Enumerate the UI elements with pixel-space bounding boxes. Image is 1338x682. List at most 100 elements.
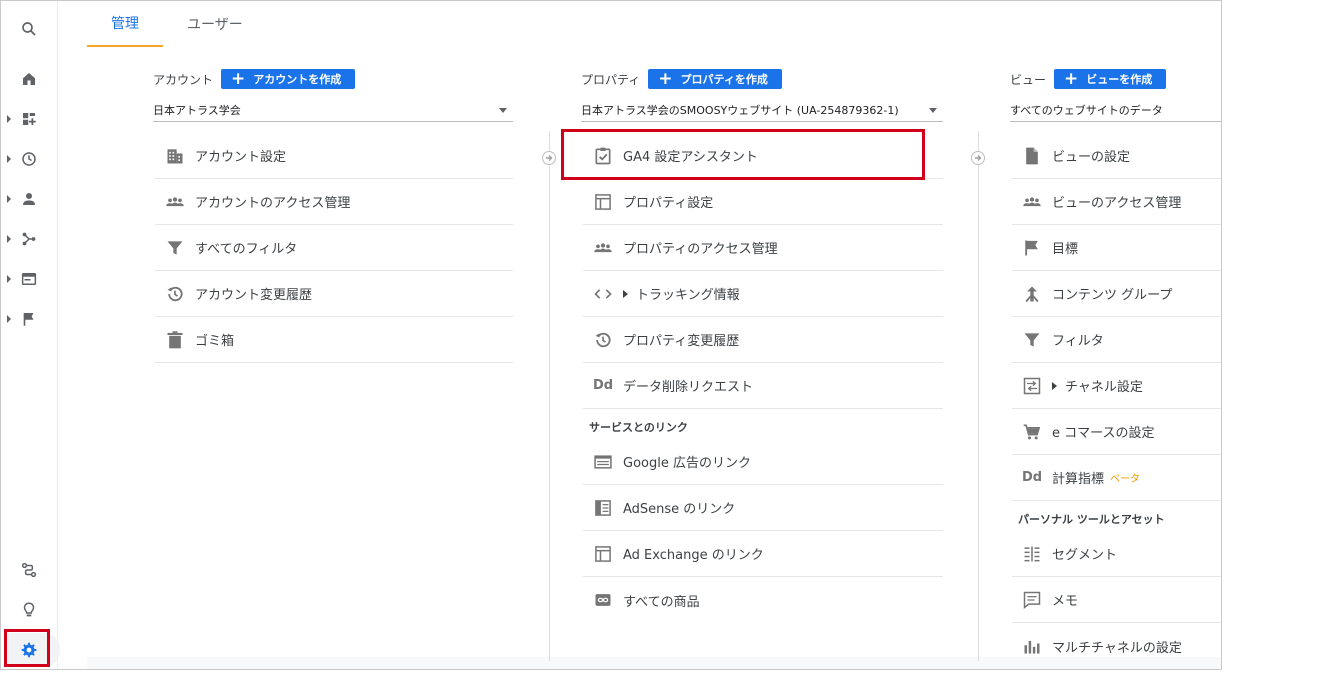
- expand-triangle-icon: [623, 289, 628, 298]
- plus-icon: +: [231, 68, 246, 89]
- account-header: アカウント + アカウントを作成: [153, 68, 356, 89]
- item-label: メモ: [1052, 594, 1079, 609]
- behavior-button[interactable]: [1, 263, 57, 295]
- item-label: Google 広告のリンク: [623, 456, 751, 471]
- view-selector[interactable]: すべてのウェブサイトのデータ: [1010, 98, 1221, 122]
- tab-admin[interactable]: 管理: [87, 1, 163, 47]
- plus-icon: +: [658, 68, 673, 89]
- dropdown-arrow-icon: [929, 108, 937, 113]
- calculated-metrics-item[interactable]: Dd 計算指標 ベータ: [1012, 455, 1221, 501]
- item-label: Ad Exchange のリンク: [623, 548, 764, 563]
- item-label: ビューの設定: [1052, 150, 1131, 165]
- adsense-icon: [589, 496, 617, 520]
- link-icon: [589, 588, 617, 612]
- plus-icon: +: [1064, 68, 1079, 89]
- property-items: GA4 設定アシスタント プロパティ設定 プロパティのアクセス管理 トラッキング…: [583, 133, 943, 623]
- view-selector-value: すべてのウェブサイトのデータ: [1010, 103, 1163, 117]
- google-ads-link-item[interactable]: Google 広告のリンク: [583, 439, 943, 485]
- segments-item[interactable]: セグメント: [1012, 531, 1221, 577]
- property-label: プロパティ: [581, 72, 641, 87]
- item-label: コンテンツ グループ: [1052, 288, 1173, 303]
- account-settings-item[interactable]: アカウント設定: [155, 133, 513, 179]
- lightbulb-icon: [23, 602, 35, 617]
- account-items: アカウント設定 アカウントのアクセス管理 すべてのフィルタ アカウント変更履歴: [155, 133, 513, 363]
- channel-settings-item[interactable]: チャネル設定: [1012, 363, 1221, 409]
- code-icon: [589, 282, 617, 306]
- arrow-right-icon: [971, 151, 985, 165]
- account-selector-value: 日本アトラス学会: [153, 103, 241, 117]
- multichannel-settings-item[interactable]: マルチチャネルの設定: [1012, 623, 1221, 669]
- item-label: 目標: [1052, 242, 1079, 257]
- flag-icon: [23, 313, 34, 326]
- data-deletion-request-item[interactable]: Dd データ削除リクエスト: [583, 363, 943, 409]
- property-settings-item[interactable]: プロパティ設定: [583, 179, 943, 225]
- create-property-button[interactable]: + プロパティを作成: [648, 69, 782, 89]
- ad-exchange-link-item[interactable]: Ad Exchange のリンク: [583, 531, 943, 577]
- expand-caret-icon: [7, 315, 11, 323]
- adsense-link-item[interactable]: AdSense のリンク: [583, 485, 943, 531]
- view-settings-item[interactable]: ビューの設定: [1012, 133, 1221, 179]
- customization-button[interactable]: [1, 103, 57, 135]
- dashboard-icon: [23, 113, 36, 125]
- realtime-button[interactable]: [1, 143, 57, 175]
- annotations-item[interactable]: メモ: [1012, 577, 1221, 623]
- tab-user[interactable]: ユーザー: [163, 1, 267, 47]
- conversions-button[interactable]: [1, 303, 57, 335]
- item-label: アカウント設定: [195, 150, 287, 165]
- people-icon: [589, 236, 617, 260]
- ecommerce-settings-item[interactable]: e コマースの設定: [1012, 409, 1221, 455]
- trash-item[interactable]: ゴミ箱: [155, 317, 513, 363]
- property-selector[interactable]: 日本アトラス学会のSMOOSYウェブサイト (UA-254879362-1): [581, 98, 943, 122]
- create-view-button[interactable]: + ビューを作成: [1054, 68, 1167, 89]
- admin-main: アカウント + アカウントを作成 日本アトラス学会 アカウント設定 アカウントのア…: [87, 47, 1221, 669]
- item-label: 計算指標: [1052, 472, 1105, 487]
- analytics-admin-window: 管理 ユーザー アカウント + アカウントを作成 日本アトラス学会 アカウント設定: [0, 0, 1222, 670]
- account-selector[interactable]: 日本アトラス学会: [153, 98, 513, 122]
- view-header: ビュー + ビューを作成: [1010, 68, 1167, 89]
- home-button[interactable]: [1, 63, 57, 95]
- audience-button[interactable]: [1, 183, 57, 215]
- create-account-button[interactable]: + アカウントを作成: [221, 68, 356, 89]
- expand-triangle-icon: [1052, 381, 1057, 390]
- view-items: ビューの設定 ビューのアクセス管理 目標 コンテンツ グループ フィルタ チャネ…: [1012, 133, 1221, 669]
- search-button[interactable]: [1, 13, 57, 45]
- account-change-history-item[interactable]: アカウント変更履歴: [155, 271, 513, 317]
- item-label: AdSense のリンク: [623, 502, 736, 517]
- search-icon: [22, 22, 36, 36]
- filter-icon: [1018, 328, 1046, 352]
- admin-highlight-box: [4, 629, 50, 667]
- goals-item[interactable]: 目標: [1012, 225, 1221, 271]
- flag-icon: [1018, 236, 1046, 260]
- item-label: アカウントのアクセス管理: [195, 196, 351, 211]
- column-separator: [549, 131, 550, 661]
- view-access-item[interactable]: ビューのアクセス管理: [1012, 179, 1221, 225]
- item-label: すべてのフィルタ: [195, 242, 298, 257]
- trash-icon: [161, 328, 189, 352]
- cart-icon: [1018, 420, 1046, 444]
- discover-button[interactable]: [1, 594, 57, 626]
- account-access-item[interactable]: アカウントのアクセス管理: [155, 179, 513, 225]
- ga4-highlight-box: [561, 129, 925, 180]
- filters-item[interactable]: フィルタ: [1012, 317, 1221, 363]
- arrow-right-icon: [542, 151, 556, 165]
- comment-icon: [1018, 588, 1046, 612]
- item-label: ビューのアクセス管理: [1052, 196, 1182, 211]
- expand-caret-icon: [7, 275, 11, 283]
- property-change-history-item[interactable]: プロパティ変更履歴: [583, 317, 943, 363]
- history-icon: [161, 282, 189, 306]
- window-icon: [589, 190, 617, 214]
- people-icon: [161, 190, 189, 214]
- property-access-item[interactable]: プロパティのアクセス管理: [583, 225, 943, 271]
- top-tabs: 管理 ユーザー: [87, 1, 1221, 47]
- all-filters-item[interactable]: すべてのフィルタ: [155, 225, 513, 271]
- tracking-info-item[interactable]: トラッキング情報: [583, 271, 943, 317]
- acquisition-icon: [22, 232, 36, 246]
- beta-badge: ベータ: [1110, 474, 1141, 485]
- acquisition-button[interactable]: [1, 223, 57, 255]
- attribution-button[interactable]: [1, 554, 57, 586]
- content-grouping-item[interactable]: コンテンツ グループ: [1012, 271, 1221, 317]
- people-icon: [1018, 190, 1046, 214]
- personal-tools-title: パーソナル ツールとアセット: [1018, 513, 1165, 526]
- all-products-item[interactable]: すべての商品: [583, 577, 943, 623]
- bar-chart-icon: [1018, 634, 1046, 658]
